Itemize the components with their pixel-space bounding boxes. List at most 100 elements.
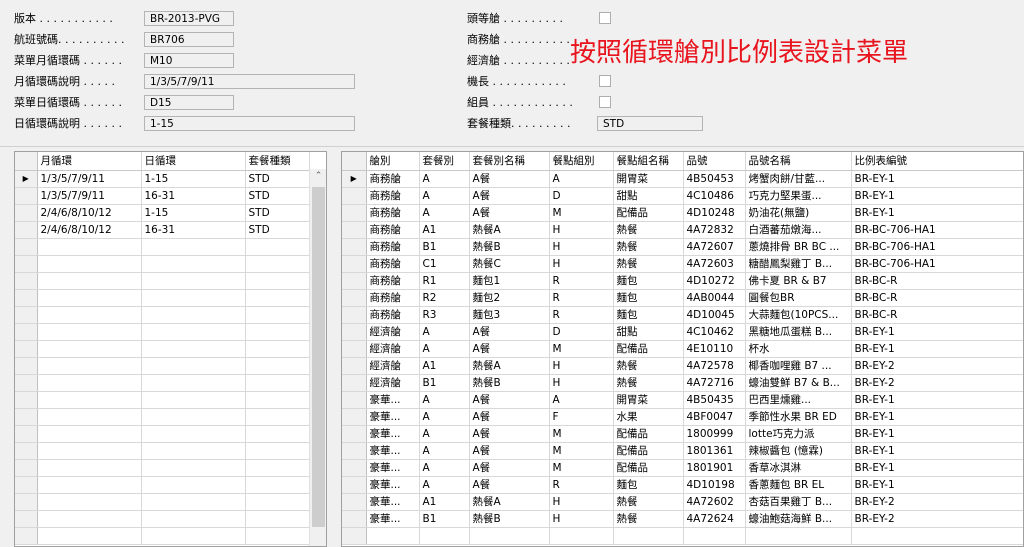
menu-grid-cell[interactable]: BR-BC-706-HA1 bbox=[851, 221, 1023, 239]
menu-grid-cell[interactable]: A bbox=[419, 204, 470, 222]
menu-grid-row-indicator[interactable] bbox=[342, 187, 367, 205]
cycle-grid-scroll-thumb[interactable] bbox=[312, 187, 325, 527]
menu-grid-cell[interactable]: 4AB0044 bbox=[683, 289, 746, 307]
cycle-grid-row[interactable] bbox=[15, 425, 310, 443]
cycle-grid-cell[interactable] bbox=[141, 272, 246, 290]
cycle-grid-cell[interactable]: STD bbox=[245, 204, 310, 222]
menu-grid-cell[interactable]: 熱餐B bbox=[469, 374, 550, 392]
menu-grid-cell[interactable]: 配備品 bbox=[613, 204, 684, 222]
menu-grid-row-indicator[interactable] bbox=[342, 323, 367, 341]
cycle-grid-cell[interactable] bbox=[37, 425, 142, 443]
menu-grid-cell[interactable]: 椰香咖哩雞 B7 ... bbox=[745, 357, 852, 375]
cycle-grid-row[interactable] bbox=[15, 442, 310, 460]
meal-type-input[interactable]: STD bbox=[597, 116, 703, 131]
menu-grid-cell[interactable]: 巴西里燻雞... bbox=[745, 391, 852, 409]
menu-grid-cell[interactable]: 蔥燒排骨 BR BC ... bbox=[745, 238, 852, 256]
menu-grid-cell[interactable]: 配備品 bbox=[613, 459, 684, 477]
cycle-grid-cell[interactable] bbox=[245, 425, 310, 443]
menu-grid-cell[interactable]: A餐 bbox=[469, 391, 550, 409]
cycle-grid-cell[interactable] bbox=[245, 476, 310, 494]
menu-grid-cell[interactable]: M bbox=[549, 442, 614, 460]
cycle-grid-column-header[interactable]: 套餐種類 bbox=[245, 152, 310, 171]
menu-grid-cell[interactable]: 奶油花(無鹽) bbox=[745, 204, 852, 222]
menu-grid-row-indicator[interactable] bbox=[342, 391, 367, 409]
menu-grid-cell[interactable]: 甜點 bbox=[613, 187, 684, 205]
crew-checkbox[interactable] bbox=[599, 96, 611, 108]
cycle-grid-row-indicator[interactable] bbox=[15, 306, 38, 324]
menu-grid-cell[interactable]: 熱餐C bbox=[469, 255, 550, 273]
menu-grid-cell[interactable]: R bbox=[549, 272, 614, 290]
menu-grid-cell[interactable]: 配備品 bbox=[613, 442, 684, 460]
cycle-grid-row-indicator[interactable] bbox=[15, 442, 38, 460]
menu-grid-cell[interactable]: 季節性水果 BR ED bbox=[745, 408, 852, 426]
cycle-grid-cell[interactable] bbox=[37, 255, 142, 273]
menu-grid-row[interactable]: 豪華... A A餐 F 水果 4BF0047 季節性水果 BR ED BR-EY-1 bbox=[342, 408, 1023, 426]
menu-grid-cell[interactable]: A餐 bbox=[469, 170, 550, 188]
cycle-grid-cell[interactable] bbox=[245, 527, 310, 545]
menu-grid-cell[interactable]: 4A72607 bbox=[683, 238, 746, 256]
menu-grid-cell[interactable]: lotte巧克力派 bbox=[745, 425, 852, 443]
cycle-grid-row[interactable] bbox=[15, 272, 310, 290]
cycle-grid-cell[interactable] bbox=[141, 510, 246, 528]
menu-grid-row[interactable]: ▶ 商務艙 A A餐 A 開胃菜 4B50453 烤蟹肉餅/甘藍... BR-EY-1 bbox=[342, 170, 1023, 188]
menu-grid-cell[interactable]: 開胃菜 bbox=[613, 391, 684, 409]
menu-grid-cell[interactable]: 熱餐 bbox=[613, 493, 684, 511]
menu-grid-cell[interactable]: 蠔油雙鮮 B7 & B... bbox=[745, 374, 852, 392]
menu-grid-cell[interactable]: 商務艙 bbox=[366, 255, 420, 273]
cycle-grid-cell[interactable] bbox=[245, 442, 310, 460]
cycle-grid-cell[interactable] bbox=[245, 238, 310, 256]
cycle-grid-cell[interactable]: 1-15 bbox=[141, 170, 246, 188]
menu-grid-cell[interactable]: A餐 bbox=[469, 476, 550, 494]
cycle-grid-cell[interactable] bbox=[245, 323, 310, 341]
menu-grid-cell[interactable]: 配備品 bbox=[613, 425, 684, 443]
cycle-grid-row[interactable] bbox=[15, 527, 310, 545]
menu-grid-cell[interactable]: 4A72602 bbox=[683, 493, 746, 511]
menu-grid-cell[interactable]: 配備品 bbox=[613, 340, 684, 358]
cycle-grid-cell[interactable]: 2/4/6/8/10/12 bbox=[37, 221, 142, 239]
menu-grid-cell[interactable]: R bbox=[549, 306, 614, 324]
menu-grid-cell[interactable]: 商務艙 bbox=[366, 204, 420, 222]
menu-grid-cell[interactable]: 辣椒醬包 (憶霖) bbox=[745, 442, 852, 460]
cycle-grid-cell[interactable] bbox=[37, 238, 142, 256]
cycle-grid-cell[interactable] bbox=[37, 442, 142, 460]
menu-grid-row-indicator[interactable] bbox=[342, 442, 367, 460]
menu-grid-cell[interactable]: 商務艙 bbox=[366, 306, 420, 324]
cycle-grid-cell[interactable] bbox=[141, 408, 246, 426]
menu-grid-cell[interactable]: 4C10462 bbox=[683, 323, 746, 341]
menu-grid-cell[interactable]: 4E10110 bbox=[683, 340, 746, 358]
menu-grid-cell[interactable]: 4D10248 bbox=[683, 204, 746, 222]
cycle-grid-cell[interactable] bbox=[245, 374, 310, 392]
cycle-grid-row-indicator[interactable] bbox=[15, 187, 38, 205]
menu-grid-cell[interactable]: 4A72603 bbox=[683, 255, 746, 273]
menu-grid-row[interactable]: 豪華... A A餐 M 配備品 1800999 lotte巧克力派 BR-EY-1 bbox=[342, 425, 1023, 443]
menu-grid-row[interactable]: 商務艙 A1 熱餐A H 熱餐 4A72832 白酒蕃茄燉海... BR-BC-706-HA1 bbox=[342, 221, 1023, 239]
menu-grid-cell[interactable]: 4A72624 bbox=[683, 510, 746, 528]
menu-grid-cell[interactable]: 圓餐包BR bbox=[745, 289, 852, 307]
menu-grid-cell[interactable]: 大蒜麵包(10PCS... bbox=[745, 306, 852, 324]
cycle-grid-cell[interactable] bbox=[37, 476, 142, 494]
menu-grid-cell[interactable]: BR-EY-1 bbox=[851, 323, 1023, 341]
menu-grid-cell[interactable]: 熱餐 bbox=[613, 221, 684, 239]
menu-grid-cell[interactable] bbox=[419, 527, 470, 545]
cycle-grid-cell[interactable] bbox=[141, 323, 246, 341]
menu-grid-row[interactable]: 豪華... A A餐 M 配備品 1801361 辣椒醬包 (憶霖) BR-EY-1 bbox=[342, 442, 1023, 460]
menu-grid-cell[interactable]: 4BF0047 bbox=[683, 408, 746, 426]
menu-grid-cell[interactable]: BR-EY-2 bbox=[851, 510, 1023, 528]
menu-grid-row-indicator[interactable] bbox=[342, 238, 367, 256]
menu-grid-cell[interactable]: A bbox=[419, 459, 470, 477]
cycle-grid-row-indicator[interactable] bbox=[15, 391, 38, 409]
menu-grid-row-indicator[interactable] bbox=[342, 374, 367, 392]
cycle-grid-row-indicator[interactable]: ▶ bbox=[15, 170, 38, 188]
menu-grid-row[interactable]: 豪華... A A餐 A 開胃菜 4B50435 巴西里燻雞... BR-EY-1 bbox=[342, 391, 1023, 409]
cycle-grid-cell[interactable] bbox=[37, 510, 142, 528]
cycle-grid-cell[interactable] bbox=[245, 510, 310, 528]
cycle-grid-cell[interactable] bbox=[141, 289, 246, 307]
cycle-grid-row[interactable] bbox=[15, 374, 310, 392]
menu-grid-cell[interactable]: BR-BC-R bbox=[851, 272, 1023, 290]
cycle-grid-cell[interactable] bbox=[245, 272, 310, 290]
menu-grid-column-header[interactable]: 餐點組別 bbox=[549, 152, 614, 171]
menu-grid-cell[interactable]: A1 bbox=[419, 357, 470, 375]
menu-grid-row[interactable]: 商務艙 A A餐 M 配備品 4D10248 奶油花(無鹽) BR-EY-1 bbox=[342, 204, 1023, 222]
cycle-grid-cell[interactable] bbox=[37, 374, 142, 392]
menu-grid-column-header[interactable]: 比例表編號 bbox=[851, 152, 1023, 171]
